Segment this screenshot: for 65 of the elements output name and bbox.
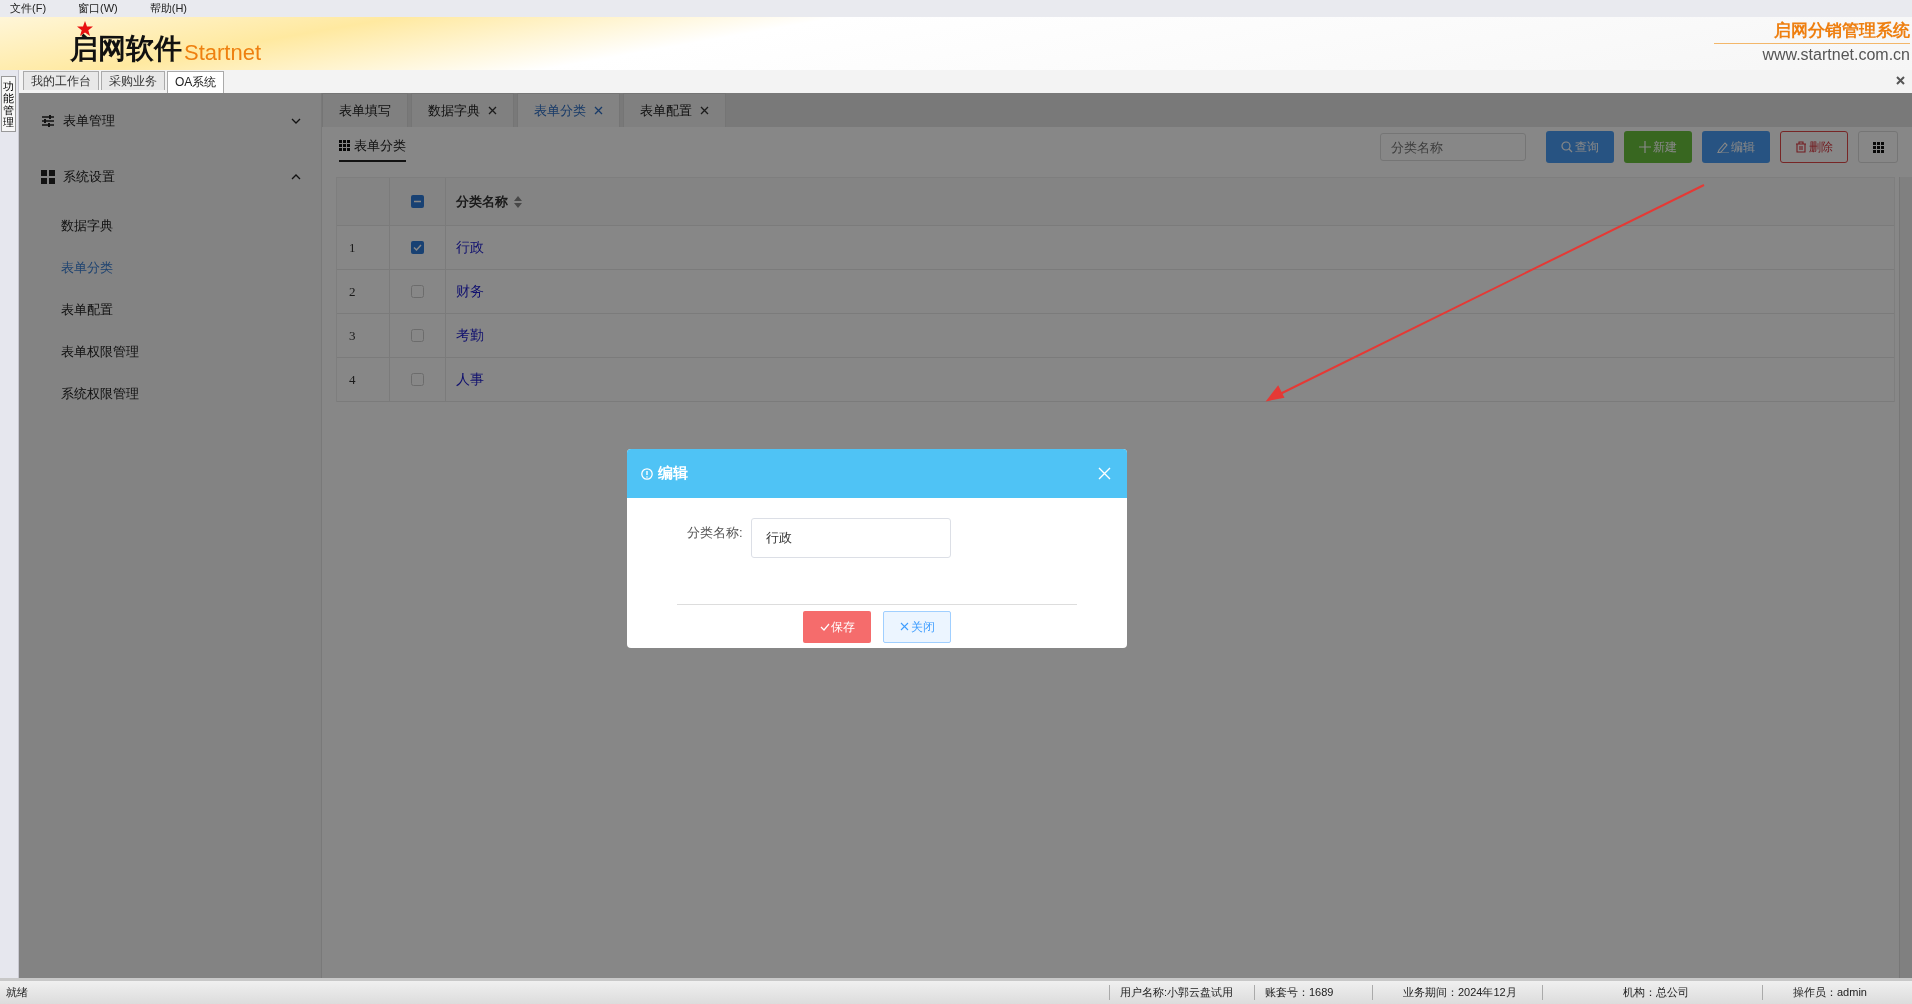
- website-text: www.startnet.com.cn: [1762, 45, 1910, 65]
- row-number: 1: [349, 239, 356, 256]
- status-text: 机构：总公司: [1542, 985, 1762, 1000]
- checkbox[interactable]: [411, 195, 424, 208]
- tab[interactable]: 采购业务: [101, 71, 165, 90]
- sidebar-group[interactable]: 表单管理: [19, 93, 321, 149]
- sidebar-item[interactable]: 表单权限管理: [19, 331, 321, 373]
- scrollbar[interactable]: [1899, 177, 1912, 978]
- column-header[interactable]: 分类名称: [456, 192, 508, 211]
- row-number: 4: [349, 371, 356, 388]
- menu-item[interactable]: 窗口(W): [78, 1, 118, 16]
- menu-item[interactable]: 文件(F): [10, 1, 47, 16]
- row-number: 3: [349, 327, 356, 344]
- close-icon[interactable]: [1896, 76, 1905, 85]
- checkbox[interactable]: [411, 285, 424, 298]
- page-title: 表单分类: [339, 132, 406, 162]
- status-text: 就绪: [5, 985, 29, 1000]
- delete-button[interactable]: 删除: [1780, 131, 1848, 163]
- checkbox[interactable]: [411, 329, 424, 342]
- status-text: 业务期间：2024年12月: [1372, 985, 1542, 1000]
- sidebar-item[interactable]: 数据字典: [19, 205, 321, 247]
- tab[interactable]: 表单配置: [623, 93, 726, 127]
- side-strip-tab[interactable]: 功能管理: [1, 76, 16, 133]
- menu-item[interactable]: 帮助(H): [149, 1, 188, 16]
- logo-text: 启网软件: [70, 33, 182, 65]
- grid-icon: [339, 140, 350, 151]
- trash-icon: [1795, 141, 1807, 153]
- dialog-title: 编辑: [658, 464, 688, 483]
- status-text: 操作员：admin: [1762, 985, 1912, 1000]
- grid-icon: [41, 170, 55, 184]
- sort-icon: [514, 195, 522, 208]
- checkbox[interactable]: [411, 373, 424, 386]
- sidebar-item[interactable]: 表单分类: [19, 247, 321, 289]
- grid-icon: [1872, 141, 1884, 153]
- plus-icon: [1639, 141, 1651, 153]
- checkbox[interactable]: [411, 241, 424, 254]
- table-cell: 考勤: [456, 326, 484, 345]
- tab[interactable]: 数据字典: [411, 93, 514, 127]
- save-button[interactable]: 保存: [803, 611, 871, 643]
- tab[interactable]: 表单填写: [322, 93, 408, 127]
- tab[interactable]: 我的工作台: [23, 71, 99, 90]
- field-label: 分类名称:: [687, 524, 743, 542]
- sidebar-item[interactable]: 表单配置: [19, 289, 321, 331]
- table-cell: 行政: [456, 238, 484, 257]
- close-icon: [899, 622, 910, 632]
- search-field[interactable]: 分类名称: [1380, 133, 1526, 161]
- info-icon: [641, 467, 653, 480]
- row-number: 2: [349, 283, 356, 300]
- sidebar-group[interactable]: 系统设置: [19, 149, 321, 205]
- status-text: 账套号：1689: [1254, 985, 1372, 1000]
- check-icon: [819, 622, 830, 632]
- search-icon: [1561, 141, 1573, 153]
- table-cell: 人事: [456, 370, 484, 389]
- system-name: 启网分销管理系统: [1714, 21, 1910, 44]
- input-field[interactable]: 行政: [750, 518, 951, 558]
- close-button[interactable]: 关闭: [883, 611, 951, 643]
- logo-subtitle: Startnet: [184, 41, 262, 65]
- tab[interactable]: OA系统: [167, 71, 225, 93]
- pencil-icon: [1717, 141, 1729, 153]
- sliders-icon: [41, 114, 55, 128]
- table-cell: 财务: [456, 282, 484, 301]
- status-text: 用户名称:小郭云盘试用: [1109, 985, 1254, 1000]
- tab[interactable]: 表单分类: [517, 93, 620, 127]
- sidebar-item[interactable]: 系统权限管理: [19, 373, 321, 415]
- columns-button[interactable]: [1858, 131, 1898, 163]
